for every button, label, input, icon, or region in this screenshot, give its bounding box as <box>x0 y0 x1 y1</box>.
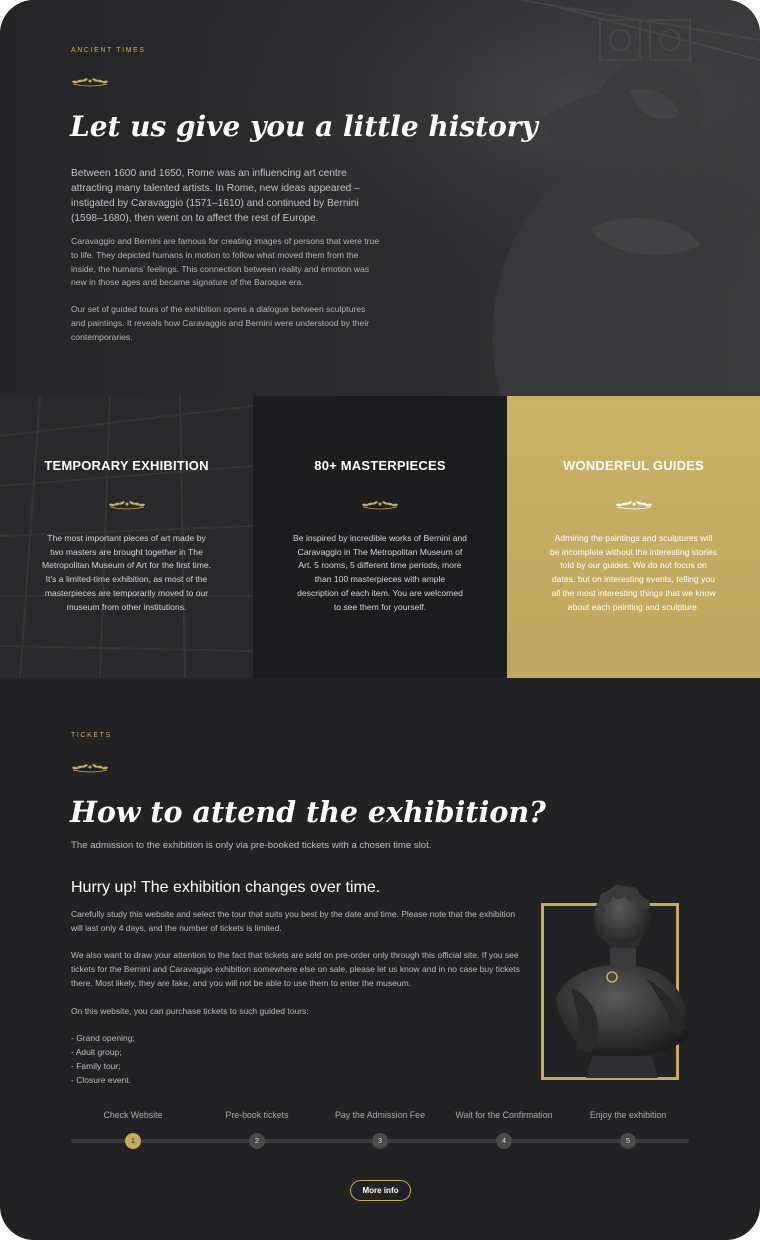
step-number: 1 <box>125 1133 141 1149</box>
feature-title: WONDERFUL GUIDES <box>563 458 704 473</box>
step-number: 5 <box>620 1133 636 1149</box>
section-kicker: Tickets <box>71 732 112 739</box>
history-title: Let us give you a little history <box>70 110 538 143</box>
tickets-lead: The admission to the exhibition is only … <box>71 840 432 851</box>
booking-steps: Check Website 1 Pre-book tickets 2 Pay t… <box>71 1110 689 1150</box>
features-section: TEMPORARY EXHIBITION The most important … <box>0 396 760 678</box>
tickets-section: Tickets How to attend the exhibition? Th… <box>0 678 760 1240</box>
step-number: 3 <box>372 1133 388 1149</box>
section-kicker: Ancient times <box>71 47 146 54</box>
more-info-button[interactable]: More info <box>350 1180 411 1201</box>
step-pay-fee[interactable]: Pay the Admission Fee 3 <box>318 1110 442 1149</box>
feature-card-masterpieces: 80+ MASTERPIECES Be inspired by incredib… <box>253 396 507 678</box>
step-number: 2 <box>249 1133 265 1149</box>
history-lead: Between 1600 and 1650, Rome was an influ… <box>71 168 360 224</box>
feature-text: Admiring the paintings and sculptures wi… <box>549 533 718 612</box>
laurel-icon <box>72 78 108 87</box>
step-enjoy-exhibition[interactable]: Enjoy the exhibition 5 <box>566 1110 690 1149</box>
step-number: 4 <box>496 1133 512 1149</box>
laurel-icon <box>362 501 398 510</box>
feature-title: TEMPORARY EXHIBITION <box>44 458 209 473</box>
history-paragraph-1: Caravaggio and Bernini are famous for cr… <box>71 236 380 288</box>
feature-title: 80+ MASTERPIECES <box>314 458 446 473</box>
laurel-icon <box>72 764 108 773</box>
tickets-subtitle: Hurry up! The exhibition changes over ti… <box>71 879 381 896</box>
tickets-body: Carefully study this website and select … <box>71 909 520 1085</box>
step-label: Pre-book tickets <box>225 1110 289 1120</box>
laurel-icon <box>615 501 652 510</box>
laurel-icon <box>108 501 145 510</box>
step-wait-confirmation[interactable]: Wait for the Confirmation 4 <box>442 1110 566 1149</box>
history-paragraph-2: Our set of guided tours of the exhibitio… <box>71 304 370 342</box>
feature-text: Be inspired by incredible works of Berni… <box>293 533 467 612</box>
bust-image <box>556 885 688 1078</box>
history-section: Ancient times Let us give you a little h… <box>0 0 760 396</box>
step-label: Wait for the Confirmation <box>455 1110 553 1120</box>
feature-card-guides: WONDERFUL GUIDES Admiring the paintings … <box>507 396 760 678</box>
page: Ancient times Let us give you a little h… <box>0 0 760 1240</box>
step-pre-book-tickets[interactable]: Pre-book tickets 2 <box>195 1110 319 1149</box>
step-label: Enjoy the exhibition <box>589 1110 667 1120</box>
feature-text: The most important pieces of art made by… <box>41 533 212 612</box>
tickets-title: How to attend the exhibition? <box>70 795 546 829</box>
feature-card-temporary-exhibition: TEMPORARY EXHIBITION The most important … <box>0 396 253 678</box>
step-label: Pay the Admission Fee <box>335 1110 425 1120</box>
step-label: Check Website <box>103 1110 163 1120</box>
step-check-website[interactable]: Check Website 1 <box>71 1110 195 1149</box>
